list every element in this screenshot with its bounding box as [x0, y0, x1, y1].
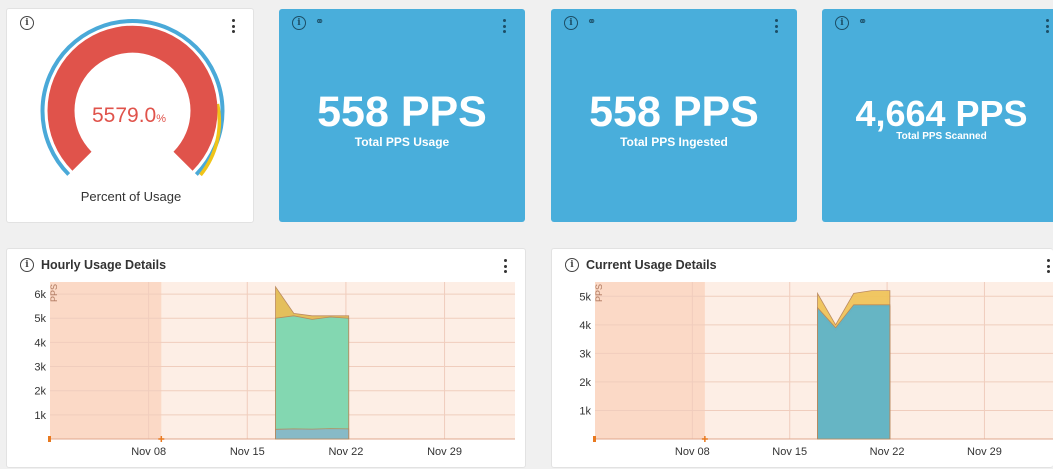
- link-icon[interactable]: ⚭: [587, 15, 596, 28]
- hourly-usage-card: i Hourly Usage Details 1k 2k 3k 4k 5k 6k Nov 0…: [6, 248, 526, 468]
- x-tick-label: Nov 15: [772, 446, 807, 458]
- stat-label: Total PPS Scanned: [896, 131, 987, 142]
- y-tick-label: 4k: [579, 320, 591, 332]
- stat-value: 4,664 PPS: [855, 93, 1028, 134]
- y-tick-label: 5k: [579, 291, 591, 303]
- stat-label: Total PPS Usage: [354, 135, 450, 149]
- y-tick-label: 2k: [34, 386, 46, 398]
- x-tick-label: Nov 29: [967, 446, 1002, 458]
- current-usage-chart[interactable]: 1k 2k 3k 4k 5k Nov 08 Nov 15 Nov 22 Nov 29 PPS: [552, 249, 1053, 469]
- stat-card-usage: i ⚭ 558 PPS Total PPS Usage: [279, 9, 525, 222]
- series-area: [817, 304, 891, 440]
- y-tick-label: 2k: [579, 377, 591, 389]
- stat-value: 558 PPS: [589, 88, 759, 136]
- y-tick-label: 4k: [34, 337, 46, 349]
- y-tick-label: 1k: [34, 410, 46, 422]
- info-icon[interactable]: i: [835, 16, 849, 30]
- stat-value: 558 PPS: [317, 88, 487, 136]
- x-tick-label: Nov 15: [230, 446, 265, 458]
- x-tick-label: Nov 08: [131, 446, 166, 458]
- y-tick-label: 5k: [34, 313, 46, 325]
- y-tick-label: 6k: [34, 289, 46, 301]
- y-axis-label: PPS: [49, 284, 59, 302]
- past-period-band: [595, 282, 705, 439]
- x-tick-label: Nov 22: [328, 446, 363, 458]
- stat-label: Total PPS Ingested: [620, 135, 728, 149]
- kebab-menu-icon[interactable]: [775, 19, 779, 36]
- range-start-marker: [593, 436, 596, 442]
- link-icon[interactable]: ⚭: [315, 15, 324, 28]
- range-start-marker: [48, 436, 51, 442]
- info-icon[interactable]: i: [292, 16, 306, 30]
- y-tick-label: 3k: [34, 362, 46, 374]
- current-usage-card: i Current Usage Details 1k 2k 3k 4k 5k Nov 08…: [551, 248, 1053, 468]
- stat-card-ingested: i ⚭ 558 PPS Total PPS Ingested: [551, 9, 797, 222]
- y-axis-label: PPS: [594, 284, 604, 302]
- hourly-usage-chart[interactable]: 1k 2k 3k 4k 5k 6k Nov 08 Nov 15 Nov 22 Nov 29 PPS: [7, 249, 527, 469]
- stat-card-scanned: i ⚭ 4,664 PPS Total PPS Scanned: [822, 9, 1053, 222]
- y-tick-label: 1k: [579, 405, 591, 417]
- kebab-menu-icon[interactable]: [1046, 19, 1050, 36]
- past-period-band: [50, 282, 162, 439]
- x-tick-label: Nov 22: [870, 446, 905, 458]
- gauge-label: Percent of Usage: [81, 189, 181, 204]
- kebab-menu-icon[interactable]: [503, 19, 507, 36]
- link-icon[interactable]: ⚭: [858, 15, 867, 28]
- gauge-card: i 5579.0% Percent of Usage: [6, 8, 254, 223]
- gauge-fill-arc: [47, 25, 218, 171]
- info-icon[interactable]: i: [564, 16, 578, 30]
- series-area: [275, 428, 350, 440]
- gauge-chart: 5579.0% Percent of Usage: [40, 19, 225, 204]
- series-area: [275, 315, 350, 440]
- x-tick-label: Nov 08: [675, 446, 710, 458]
- y-tick-label: 3k: [579, 348, 591, 360]
- gauge-value: 5579.0%: [92, 104, 166, 127]
- x-tick-label: Nov 29: [427, 446, 462, 458]
